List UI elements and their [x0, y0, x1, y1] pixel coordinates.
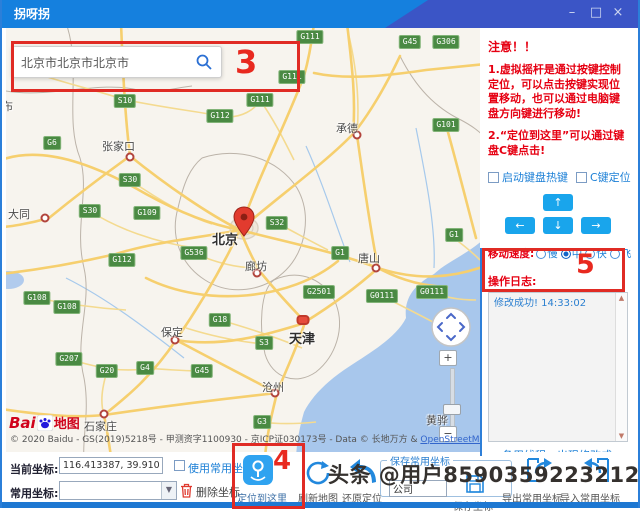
road-badge-G0111: G0111	[366, 289, 398, 303]
road-badge-G0111: G0111	[416, 285, 448, 299]
annotation-number-5: 5	[576, 251, 595, 278]
city-label-大同: 大同	[8, 206, 30, 222]
attribution-text: © 2020 Baidu - GS(2019)5218号 - 甲测资字11009…	[10, 435, 420, 445]
toutiao-watermark: 头条 @用户85903592232121	[328, 459, 640, 489]
chevron-down-icon[interactable]: ▼	[161, 482, 176, 499]
road-badge-G101: G101	[432, 118, 459, 132]
road-badge-G4: G4	[136, 361, 154, 375]
road-badge-G111: G111	[296, 30, 323, 44]
refresh-map-icon[interactable]	[304, 458, 331, 485]
annotation-box-4	[232, 443, 305, 509]
road-badge-S10: S10	[114, 94, 136, 108]
current-coords-label: 当前坐标:	[10, 461, 58, 477]
road-badge-G306: G306	[432, 35, 459, 49]
common-coords-dropdown[interactable]: ▼	[59, 481, 177, 500]
road-badge-G112: G112	[206, 109, 233, 123]
logo-bai-text: Bai	[9, 414, 36, 432]
city-label-唐山: 唐山	[358, 250, 380, 266]
road-badge-G18: G18	[209, 313, 231, 327]
ckey-checkbox[interactable]	[576, 172, 587, 183]
city-label-天津: 天津	[289, 328, 315, 347]
log-scrollbar[interactable]: ▲ ▼	[615, 293, 627, 441]
road-badge-G20: G20	[96, 364, 118, 378]
window-title: 拐呀拐	[14, 0, 50, 28]
road-badge-G111: G111	[246, 93, 273, 107]
control-panel: 注意！！ 1.虚拟摇杆是通过按键控制定位，可以点击按键实现位置移动，也可以通过电…	[480, 28, 636, 452]
annotation-number-3: 3	[235, 46, 257, 78]
zoom-slider-track[interactable]	[450, 368, 455, 430]
zoom-slider-handle[interactable]	[443, 404, 461, 415]
road-badge-G45: G45	[399, 35, 421, 49]
city-label-布: 布	[6, 98, 13, 114]
hotkey-checkbox[interactable]	[488, 172, 499, 183]
road-badge-S30: S30	[79, 204, 101, 218]
maximize-button[interactable]: □	[586, 0, 606, 28]
move-down-button[interactable]: ↓	[543, 217, 573, 234]
zoom-in-button[interactable]: +	[439, 350, 457, 366]
city-label-廊坊: 廊坊	[245, 258, 267, 274]
notice-title: 注意！！	[488, 38, 628, 55]
road-badge-G6: G6	[43, 136, 61, 150]
annotation-box-5	[482, 248, 625, 292]
close-button[interactable]: ×	[608, 0, 628, 28]
city-label-保定: 保定	[161, 324, 183, 340]
road-badge-G3: G3	[253, 415, 271, 429]
city-marker-大同	[41, 214, 50, 223]
ckey-checkbox-label: C键定位	[590, 169, 631, 185]
common-coords-label: 常用坐标:	[10, 485, 58, 501]
move-left-button[interactable]: ←	[505, 217, 535, 234]
baidu-maps-logo: Bai 地图	[9, 413, 80, 432]
osm-link[interactable]: OpenStreetMap	[420, 435, 480, 445]
notice-paragraph-1: 1.虚拟摇杆是通过按键控制定位，可以点击按键实现位置移动，也可以通过电脑键盘方向…	[488, 63, 628, 121]
titlebar: 拐呀拐 – □ ×	[2, 0, 638, 28]
road-badge-G2501: G2501	[303, 285, 335, 299]
location-pin-icon	[232, 206, 256, 242]
annotation-number-4: 4	[273, 448, 291, 474]
scroll-down-icon[interactable]: ▼	[616, 432, 627, 440]
trash-icon[interactable]	[180, 483, 193, 498]
minimize-button[interactable]: –	[562, 0, 582, 28]
road-badge-G207: G207	[55, 352, 82, 366]
move-right-button[interactable]: →	[581, 217, 611, 234]
road-badge-G108: G108	[53, 300, 80, 314]
road-badge-S3: S3	[255, 336, 273, 350]
notice-paragraph-2: 2.“定位到这里”可以通过键盘C键点击!	[488, 129, 628, 158]
road-badge-G1: G1	[445, 228, 463, 242]
city-label-沧州: 沧州	[262, 379, 284, 395]
move-up-button[interactable]: ↑	[543, 194, 573, 211]
operation-log: ▲ ▼ 修改成功! 14:33:02	[488, 292, 628, 442]
city-label-承德: 承德	[336, 120, 358, 136]
use-common-checkbox[interactable]	[174, 460, 185, 471]
road-badge-G45: G45	[191, 364, 213, 378]
road-badge-G112: G112	[108, 253, 135, 267]
current-coords-input[interactable]	[59, 457, 163, 474]
log-entry: 修改成功! 14:33:02	[494, 297, 613, 311]
road-badge-G109: G109	[133, 206, 160, 220]
window-bottom-border	[2, 502, 638, 508]
scroll-up-icon[interactable]: ▲	[616, 294, 627, 302]
baidu-paw-icon	[37, 415, 53, 431]
road-badge-S32: S32	[266, 216, 288, 230]
road-badge-G108: G108	[23, 291, 50, 305]
city-label-张家口: 张家口	[102, 138, 135, 154]
map-pan-control[interactable]	[430, 306, 472, 348]
road-badge-G536: G536	[180, 246, 207, 260]
hotkey-checkbox-label: 启动键盘热键	[502, 169, 568, 185]
virtual-joystick: ↑ ← ↓ →	[488, 194, 628, 234]
road-badge-S30: S30	[119, 173, 141, 187]
app-window: 拐呀拐 – □ ×	[0, 0, 640, 508]
road-badge-G1: G1	[331, 246, 349, 260]
city-marker-天津	[297, 315, 310, 325]
logo-map-text: 地图	[54, 413, 80, 432]
